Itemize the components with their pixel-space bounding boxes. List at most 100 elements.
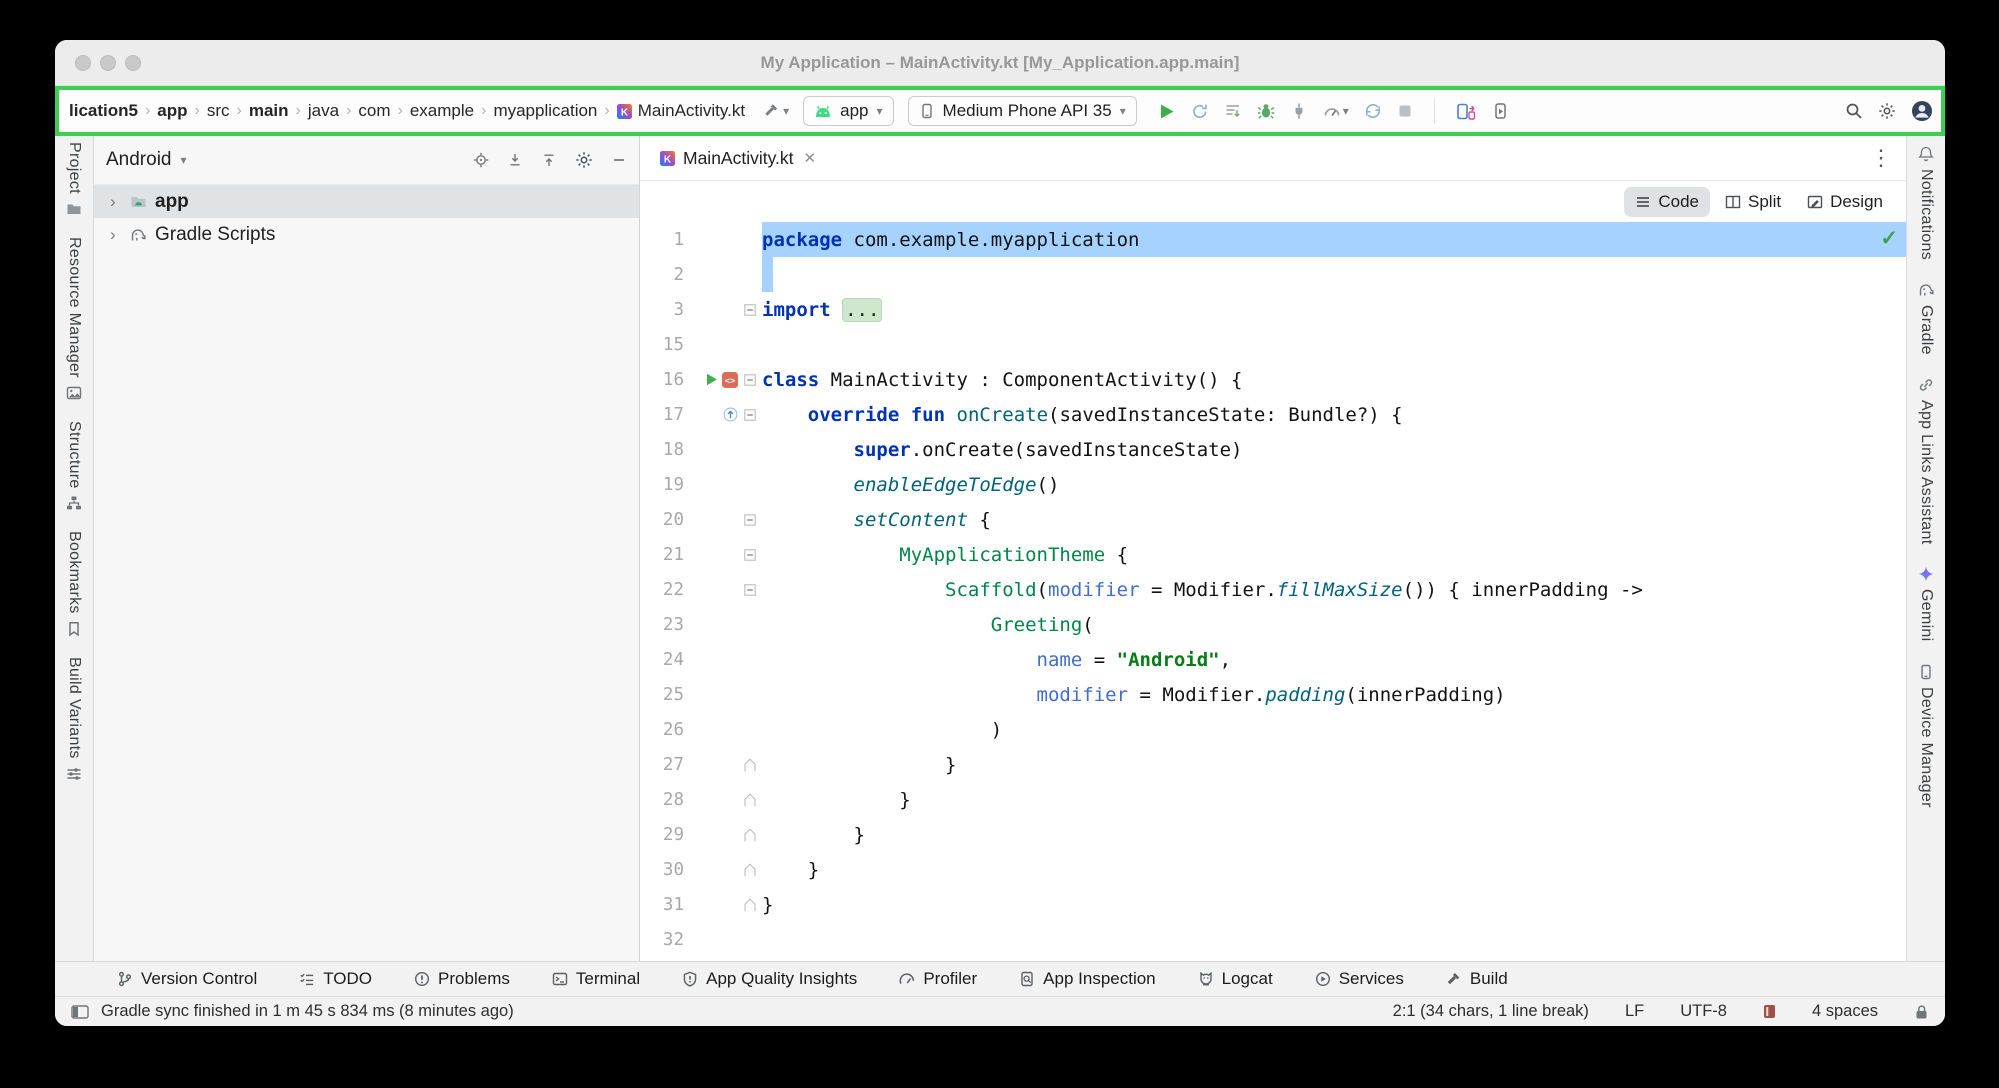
gutter-icons[interactable] — [694, 607, 738, 642]
breadcrumb-item-app[interactable]: app — [155, 100, 189, 122]
gutter-icons[interactable] — [694, 852, 738, 887]
run-configuration-select[interactable]: app ▾ — [803, 96, 893, 126]
search-button[interactable] — [1845, 102, 1863, 120]
code-line-1[interactable]: 1package com.example.myapplication — [640, 222, 1906, 257]
code-line-15[interactable]: 15 — [640, 327, 1906, 362]
fold-marker[interactable] — [738, 467, 762, 502]
tool-button-project[interactable]: Project — [65, 140, 83, 219]
zoom-window-button[interactable] — [125, 55, 141, 71]
fold-marker[interactable] — [738, 922, 762, 957]
code-line-19[interactable]: 19 enableEdgeToEdge() — [640, 467, 1906, 502]
breadcrumb-item-src[interactable]: src — [205, 100, 232, 122]
gutter-icons[interactable]: <> — [694, 362, 738, 397]
chevron-right-icon[interactable]: › — [110, 225, 122, 245]
tool-button-device-manager[interactable]: Device Manager — [1917, 662, 1935, 810]
breadcrumb-item-myapplication[interactable]: myapplication — [491, 100, 599, 122]
code-line-24[interactable]: 24 name = "Android", — [640, 642, 1906, 677]
fold-marker[interactable] — [738, 502, 762, 537]
code-text[interactable]: name = "Android", — [762, 642, 1906, 677]
tool-button-problems[interactable]: Problems — [414, 969, 510, 989]
apply-code-changes-button[interactable] — [1224, 102, 1242, 120]
close-window-button[interactable] — [75, 55, 91, 71]
tree-item-gradle-scripts[interactable]: ›Gradle Scripts — [94, 218, 639, 251]
running-devices-button[interactable] — [1491, 102, 1509, 120]
code-line-16[interactable]: 16<>class MainActivity : ComponentActivi… — [640, 362, 1906, 397]
gutter-icons[interactable] — [694, 922, 738, 957]
code-line-2[interactable]: 2 — [640, 257, 1906, 292]
breadcrumb-item-example[interactable]: example — [408, 100, 476, 122]
tool-button-build[interactable]: Build — [1446, 969, 1508, 989]
status-indicator-icon[interactable] — [1763, 1004, 1776, 1019]
panel-toggle-icon[interactable] — [71, 1005, 89, 1019]
attach-debugger-button[interactable] — [1290, 102, 1308, 120]
fold-marker[interactable] — [738, 642, 762, 677]
caret-position[interactable]: 2:1 (34 chars, 1 line break) — [1393, 1002, 1589, 1021]
run-button[interactable] — [1157, 102, 1176, 121]
settings-button[interactable] — [1878, 102, 1896, 120]
code-text[interactable]: override fun onCreate(savedInstanceState… — [762, 397, 1906, 432]
fold-marker[interactable] — [738, 432, 762, 467]
tree-item-app[interactable]: ›app — [94, 185, 639, 218]
code-line-27[interactable]: 27 } — [640, 747, 1906, 782]
stop-button[interactable] — [1397, 103, 1413, 119]
fold-marker[interactable] — [738, 782, 762, 817]
tool-button-terminal[interactable]: Terminal — [552, 969, 640, 989]
tool-button-todo[interactable]: TODO — [299, 969, 372, 989]
gutter-icons[interactable] — [694, 887, 738, 922]
hide-button[interactable] — [611, 152, 627, 168]
lock-icon[interactable] — [1914, 1004, 1929, 1020]
tool-button-notifications[interactable]: Notifications — [1917, 144, 1935, 262]
gutter-icons[interactable] — [694, 747, 738, 782]
fold-marker[interactable] — [738, 222, 762, 257]
gutter-icons[interactable] — [694, 257, 738, 292]
tool-button-app-quality-insights[interactable]: App Quality Insights — [682, 969, 857, 989]
code-text[interactable]: ) — [762, 712, 1906, 747]
code-line-18[interactable]: 18 super.onCreate(savedInstanceState) — [640, 432, 1906, 467]
breadcrumb-item-mainactivity-kt[interactable]: KMainActivity.kt — [615, 100, 747, 122]
code-text[interactable] — [762, 257, 1906, 292]
code-text[interactable]: package com.example.myapplication — [762, 222, 1906, 257]
user-avatar-button[interactable] — [1911, 100, 1933, 122]
code-text[interactable]: } — [762, 817, 1906, 852]
gutter-icons[interactable] — [694, 712, 738, 747]
tool-button-bookmarks[interactable]: Bookmarks — [65, 529, 83, 639]
code-line-23[interactable]: 23 Greeting( — [640, 607, 1906, 642]
close-tab-icon[interactable]: ✕ — [804, 149, 817, 167]
locate-button[interactable] — [473, 152, 489, 168]
chevron-right-icon[interactable]: › — [110, 192, 122, 212]
code-line-20[interactable]: 20 setContent { — [640, 502, 1906, 537]
fold-marker[interactable] — [738, 607, 762, 642]
code-text[interactable] — [762, 327, 1906, 362]
code-line-32[interactable]: 32 — [640, 922, 1906, 957]
gutter-icons[interactable] — [694, 432, 738, 467]
settings-button[interactable] — [575, 151, 593, 169]
code-line-25[interactable]: 25 modifier = Modifier.padding(innerPadd… — [640, 677, 1906, 712]
fold-marker[interactable] — [738, 712, 762, 747]
fold-marker[interactable] — [738, 677, 762, 712]
project-view-mode[interactable]: Android — [106, 149, 172, 171]
code-text[interactable]: } — [762, 782, 1906, 817]
code-line-22[interactable]: 22 Scaffold(modifier = Modifier.fillMaxS… — [640, 572, 1906, 607]
gutter-icons[interactable] — [694, 642, 738, 677]
code-line-3[interactable]: 3import ... — [640, 292, 1906, 327]
file-encoding[interactable]: UTF-8 — [1680, 1002, 1727, 1021]
breadcrumb-item-main[interactable]: main — [247, 100, 291, 122]
fold-marker[interactable] — [738, 292, 762, 327]
code-text[interactable]: import ... — [762, 292, 1906, 327]
gutter-icons[interactable] — [694, 782, 738, 817]
code-text[interactable]: } — [762, 747, 1906, 782]
fold-marker[interactable] — [738, 537, 762, 572]
tool-button-resource-manager[interactable]: Resource Manager — [65, 235, 83, 403]
fold-marker[interactable] — [738, 572, 762, 607]
code-text[interactable]: enableEdgeToEdge() — [762, 467, 1906, 502]
code-line-30[interactable]: 30 } — [640, 852, 1906, 887]
tool-button-services[interactable]: Services — [1315, 969, 1404, 989]
tool-button-app-inspection[interactable]: App Inspection — [1019, 969, 1155, 989]
view-mode-code[interactable]: Code — [1624, 187, 1710, 217]
gutter-icons[interactable] — [694, 677, 738, 712]
minimize-window-button[interactable] — [100, 55, 116, 71]
gutter-icons[interactable] — [694, 537, 738, 572]
tool-button-logcat[interactable]: Logcat — [1198, 969, 1273, 989]
tool-button-version-control[interactable]: Version Control — [117, 969, 257, 989]
fold-marker[interactable] — [738, 327, 762, 362]
